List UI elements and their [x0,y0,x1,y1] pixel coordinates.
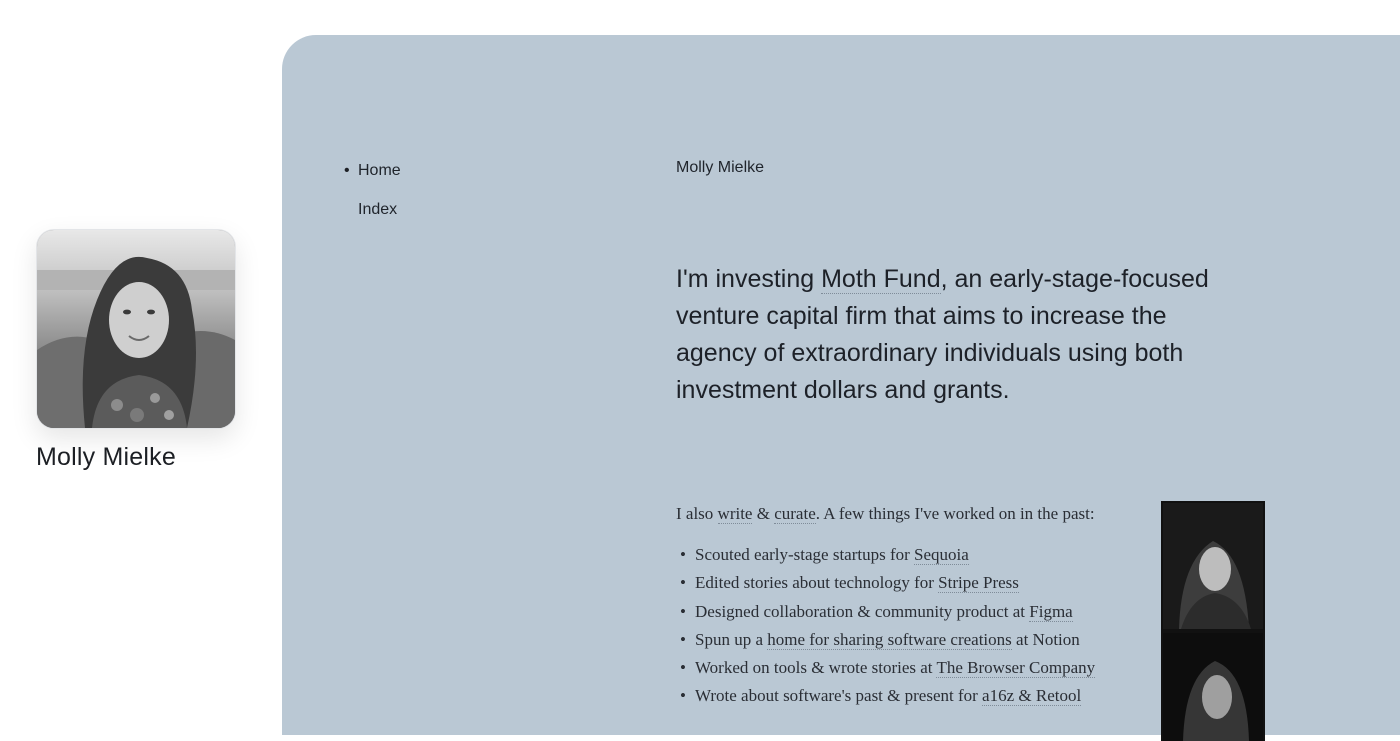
list-item: • Designed collaboration & community prod… [680,601,1073,622]
active-bullet-icon: • [344,162,350,179]
intro-paragraph: I'm investing Moth Fund, an early-stage-… [676,261,1236,409]
figma-link[interactable]: Figma [1029,601,1073,622]
intro-text-before: I'm investing [676,265,822,293]
portrait-photo-icon [37,230,235,428]
profile-card[interactable]: Molly Mielke [36,229,236,472]
lead-amp: & [752,504,775,523]
site-nav: • Home Index [344,161,401,239]
list-item: • Worked on tools & wrote stories at The … [680,658,1096,679]
nav-link-index[interactable]: Index [358,201,397,218]
past-work-section: I also write & curate. A few things I've… [676,502,1146,711]
avatar[interactable] [36,229,236,429]
site-title[interactable]: Molly Mielke [676,159,1296,177]
browser-company-link[interactable]: The Browser Company [936,658,1096,679]
list-item: • Scouted early-stage startups for Sequoi… [680,545,969,565]
list-item: • Wrote about software's past & present f… [680,686,1082,707]
stripe-press-link[interactable]: Stripe Press [938,573,1019,594]
curate-link[interactable]: curate [774,504,816,524]
past-work-list: • Scouted early-stage startups for Sequoi… [676,541,1146,711]
notion-home-link[interactable]: home for sharing software creations [767,629,1012,650]
main-panel: • Home Index Molly Mielke I'm investing … [282,35,1400,741]
nav-link-home[interactable]: Home [358,162,401,179]
profile-name: Molly Mielke [36,443,176,471]
main-content: Molly Mielke I'm investing Moth Fund, an… [676,159,1296,434]
nav-item-home[interactable]: • Home [344,161,401,200]
photo-strip [1161,501,1265,741]
past-work-lead: I also write & curate. A few things I've… [676,502,1146,526]
moth-fund-link[interactable]: Moth Fund [821,265,941,294]
lead-suffix: . A few things I've worked on in the pas… [815,504,1095,523]
sequoia-link[interactable]: Sequoia [914,545,969,565]
lead-prefix: I also [676,504,718,523]
photo-strip-icon [1161,501,1265,741]
list-item: • Edited stories about technology for Str… [680,573,1019,594]
write-link[interactable]: write [717,504,753,524]
nav-item-index[interactable]: Index [344,200,401,239]
list-item: • Spun up a home for sharing software cre… [680,629,1080,650]
a16z-retool-link[interactable]: a16z & Retool [982,686,1082,707]
